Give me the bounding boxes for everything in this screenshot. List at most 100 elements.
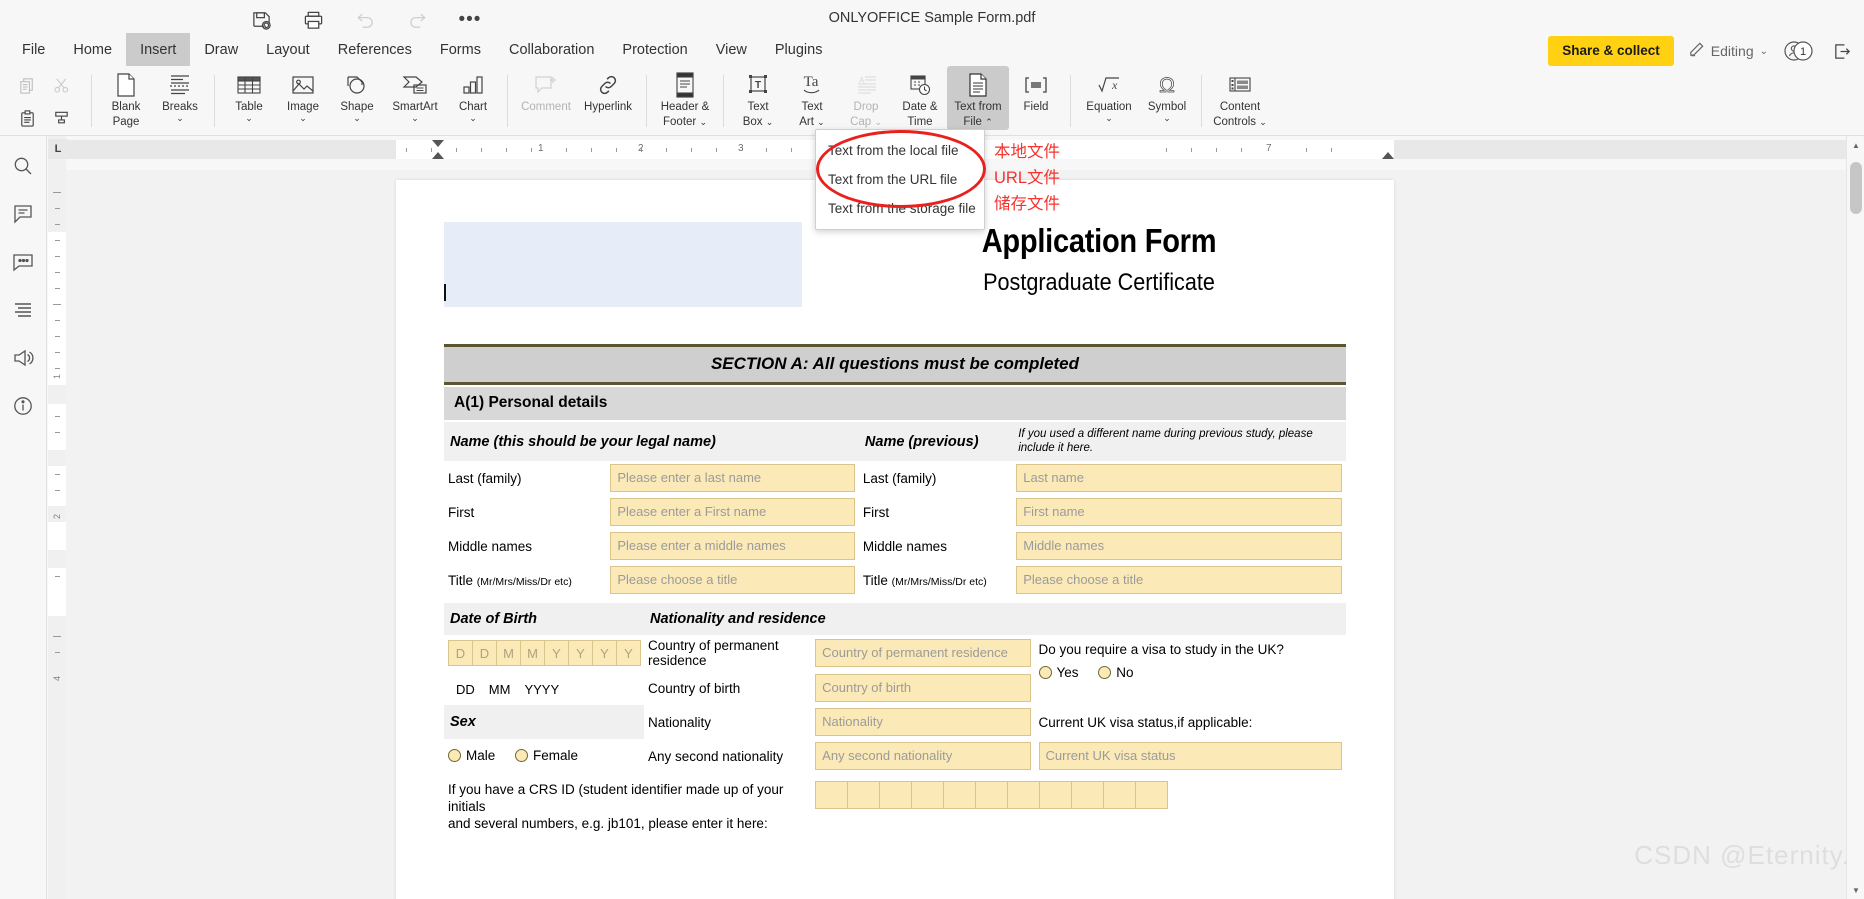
ribbon-button-chart[interactable]: Chart ⌄: [446, 66, 500, 130]
users-count-chip[interactable]: 1: [1782, 39, 1816, 63]
comments-icon[interactable]: [7, 198, 39, 230]
more-icon[interactable]: •••: [455, 5, 485, 35]
ribbon-button-content-controls[interactable]: Content Controls ⌄: [1209, 66, 1271, 130]
logo-placeholder-block[interactable]: [444, 222, 802, 307]
ribbon-button-text-art[interactable]: Ta Text Art ⌄: [785, 66, 839, 130]
menu-item-forms[interactable]: Forms: [426, 33, 495, 66]
vertical-scrollbar[interactable]: ▲ ▼: [1846, 136, 1864, 899]
cut-icon[interactable]: [44, 69, 78, 102]
ribbon-button-hyperlink[interactable]: Hyperlink: [577, 66, 639, 130]
scroll-up-arrow-icon[interactable]: ▲: [1847, 136, 1864, 154]
crs-box[interactable]: [1135, 781, 1169, 809]
radio-visa-no[interactable]: No: [1098, 665, 1134, 680]
save-icon[interactable]: [247, 5, 277, 35]
search-icon[interactable]: [7, 150, 39, 182]
field-country-permanent-residence[interactable]: Country of permanent residence: [815, 639, 1031, 667]
field-current-uk-visa-status[interactable]: Current UK visa status: [1038, 742, 1342, 770]
crs-box[interactable]: [1039, 781, 1073, 809]
about-icon[interactable]: [7, 390, 39, 422]
crs-box[interactable]: [815, 781, 849, 809]
ribbon-button-comment[interactable]: Comment: [515, 66, 577, 130]
field-first-name-legal[interactable]: Please enter a First name: [610, 498, 855, 526]
ribbon-button-smartart[interactable]: SmartArt ⌄: [384, 66, 446, 130]
menu-item-layout[interactable]: Layout: [252, 33, 324, 66]
dob-box-d1[interactable]: D: [448, 640, 473, 666]
feedback-icon[interactable]: [7, 342, 39, 374]
field-first-name-previous[interactable]: First name: [1016, 498, 1342, 526]
ribbon-button-field[interactable]: Field: [1009, 66, 1063, 130]
field-middle-names-legal[interactable]: Please enter a middle names: [610, 532, 855, 560]
redo-icon[interactable]: [403, 5, 433, 35]
tab-stop-selector[interactable]: L: [48, 139, 68, 159]
field-last-name-legal[interactable]: Please enter a last name: [610, 464, 855, 492]
ribbon-button-header-footer[interactable]: Header & Footer ⌄: [654, 66, 716, 130]
menu-item-plugins[interactable]: Plugins: [761, 33, 837, 66]
ribbon-button-breaks[interactable]: Breaks ⌄: [153, 66, 207, 130]
dob-box-y3[interactable]: Y: [592, 640, 617, 666]
ribbon-button-date-time[interactable]: Date & Time: [893, 66, 947, 130]
field-country-of-birth[interactable]: Country of birth: [815, 674, 1031, 702]
field-title-legal[interactable]: Please choose a title: [610, 566, 855, 594]
ribbon-button-drop-cap[interactable]: A Drop Cap ⌄: [839, 66, 893, 130]
ribbon-button-table[interactable]: Table ⌄: [222, 66, 276, 130]
menu-item-references[interactable]: References: [324, 33, 426, 66]
dob-box-y2[interactable]: Y: [568, 640, 593, 666]
crs-box[interactable]: [1007, 781, 1041, 809]
dob-box-y1[interactable]: Y: [544, 640, 569, 666]
dob-box-y4[interactable]: Y: [616, 640, 641, 666]
dob-box-d2[interactable]: D: [472, 640, 497, 666]
ribbon-button-shape[interactable]: Shape ⌄: [330, 66, 384, 130]
crs-box[interactable]: [1071, 781, 1105, 809]
right-indent-marker[interactable]: [1382, 152, 1394, 159]
ribbon-button-symbol[interactable]: Ω Symbol ⌄: [1140, 66, 1194, 130]
hanging-indent-marker[interactable]: [432, 152, 444, 159]
field-middle-names-previous[interactable]: Middle names: [1016, 532, 1342, 560]
field-any-second-nationality[interactable]: Any second nationality: [815, 742, 1031, 770]
dob-box-m2[interactable]: M: [520, 640, 545, 666]
first-line-indent-marker[interactable]: [432, 140, 444, 147]
crs-box[interactable]: [911, 781, 945, 809]
print-icon[interactable]: [299, 5, 329, 35]
vertical-ruler[interactable]: 1 2 4: [48, 136, 66, 899]
open-file-location-icon[interactable]: [1830, 39, 1854, 63]
menu-item-draw[interactable]: Draw: [190, 33, 252, 66]
crs-box[interactable]: [1103, 781, 1137, 809]
document-canvas[interactable]: Application Form Postgraduate Certificat…: [66, 170, 1846, 899]
ribbon-button-blank-page[interactable]: Blank Page: [99, 66, 153, 130]
ribbon-button-equation[interactable]: x Equation ⌄: [1078, 66, 1140, 130]
field-nationality[interactable]: Nationality: [815, 708, 1031, 736]
paste-icon[interactable]: [10, 102, 44, 135]
chat-icon[interactable]: [7, 246, 39, 278]
menu-item-text-from-url-file[interactable]: Text from the URL file: [816, 165, 984, 194]
scroll-down-arrow-icon[interactable]: ▼: [1847, 881, 1864, 899]
copy-icon[interactable]: [10, 69, 44, 102]
menu-item-protection[interactable]: Protection: [608, 33, 701, 66]
menu-item-file[interactable]: File: [8, 33, 59, 66]
navigation-icon[interactable]: [7, 294, 39, 326]
crs-box[interactable]: [975, 781, 1009, 809]
share-collect-button[interactable]: Share & collect: [1548, 36, 1674, 66]
radio-sex-female[interactable]: Female: [515, 748, 578, 763]
radio-sex-male[interactable]: Male: [448, 748, 495, 763]
field-last-name-previous[interactable]: Last name: [1016, 464, 1342, 492]
ribbon-button-image[interactable]: Image ⌄: [276, 66, 330, 130]
document-page[interactable]: Application Form Postgraduate Certificat…: [396, 180, 1394, 899]
crs-box[interactable]: [847, 781, 881, 809]
format-painter-icon[interactable]: [44, 102, 78, 135]
menu-item-home[interactable]: Home: [59, 33, 126, 66]
editing-mode-selector[interactable]: Editing ⌄: [1688, 41, 1768, 61]
menu-item-text-from-local-file[interactable]: Text from the local file: [816, 136, 984, 165]
undo-icon[interactable]: [351, 5, 381, 35]
crs-box[interactable]: [943, 781, 977, 809]
menu-item-view[interactable]: View: [702, 33, 761, 66]
radio-visa-yes[interactable]: Yes: [1038, 665, 1079, 680]
menu-item-collaboration[interactable]: Collaboration: [495, 33, 608, 66]
menu-item-text-from-storage-file[interactable]: Text from the storage file: [816, 194, 984, 223]
scrollbar-thumb[interactable]: [1850, 162, 1862, 214]
field-title-previous[interactable]: Please choose a title: [1016, 566, 1342, 594]
crs-box[interactable]: [879, 781, 913, 809]
ribbon-button-text-box[interactable]: T Text Box ⌄: [731, 66, 785, 130]
ribbon-button-text-from-file[interactable]: Text from File ⌃: [947, 66, 1009, 130]
menu-item-insert[interactable]: Insert: [126, 33, 191, 66]
dob-box-m1[interactable]: M: [496, 640, 521, 666]
